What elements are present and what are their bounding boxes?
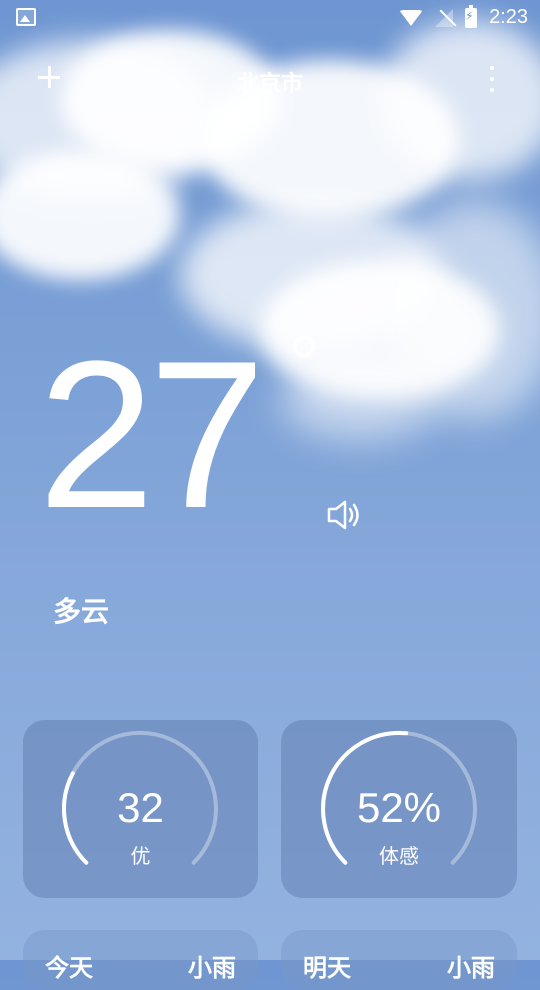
more-dot-icon — [490, 66, 494, 70]
air-quality-card[interactable]: 32 优 — [23, 720, 258, 898]
forecast-condition: 小雨 — [447, 954, 495, 982]
app-bar: 北京市 — [0, 56, 540, 104]
clock: 2:23 — [489, 6, 528, 28]
forecast-condition: 小雨 — [188, 954, 236, 982]
temperature-value: 27 — [38, 317, 266, 552]
aqi-label: 优 — [130, 844, 151, 868]
forecast-tomorrow-card[interactable]: 明天 小雨 — [281, 930, 517, 990]
city-title: 北京市 — [236, 72, 303, 97]
status-bar: 2:23 — [0, 0, 540, 36]
humidity-label: 体感 — [379, 844, 419, 868]
wifi-icon — [399, 9, 424, 26]
aqi-value: 32 — [117, 784, 164, 831]
more-dot-icon — [490, 88, 494, 92]
speaker-icon[interactable] — [326, 497, 362, 533]
forecast-day-label: 明天 — [303, 954, 351, 982]
no-signal-icon — [435, 8, 454, 27]
humidity-value: 52% — [356, 784, 442, 831]
humidity-card[interactable]: 52% 体感 — [281, 720, 517, 898]
more-dot-icon — [490, 77, 494, 81]
degree-icon — [293, 335, 315, 357]
image-notification-icon — [16, 8, 36, 26]
forecast-today-card[interactable]: 今天 小雨 — [23, 930, 258, 990]
more-options-button[interactable] — [486, 66, 498, 92]
battery-charging-icon — [465, 4, 478, 28]
forecast-day-label: 今天 — [45, 954, 93, 982]
weather-condition: 多云 — [53, 595, 110, 628]
